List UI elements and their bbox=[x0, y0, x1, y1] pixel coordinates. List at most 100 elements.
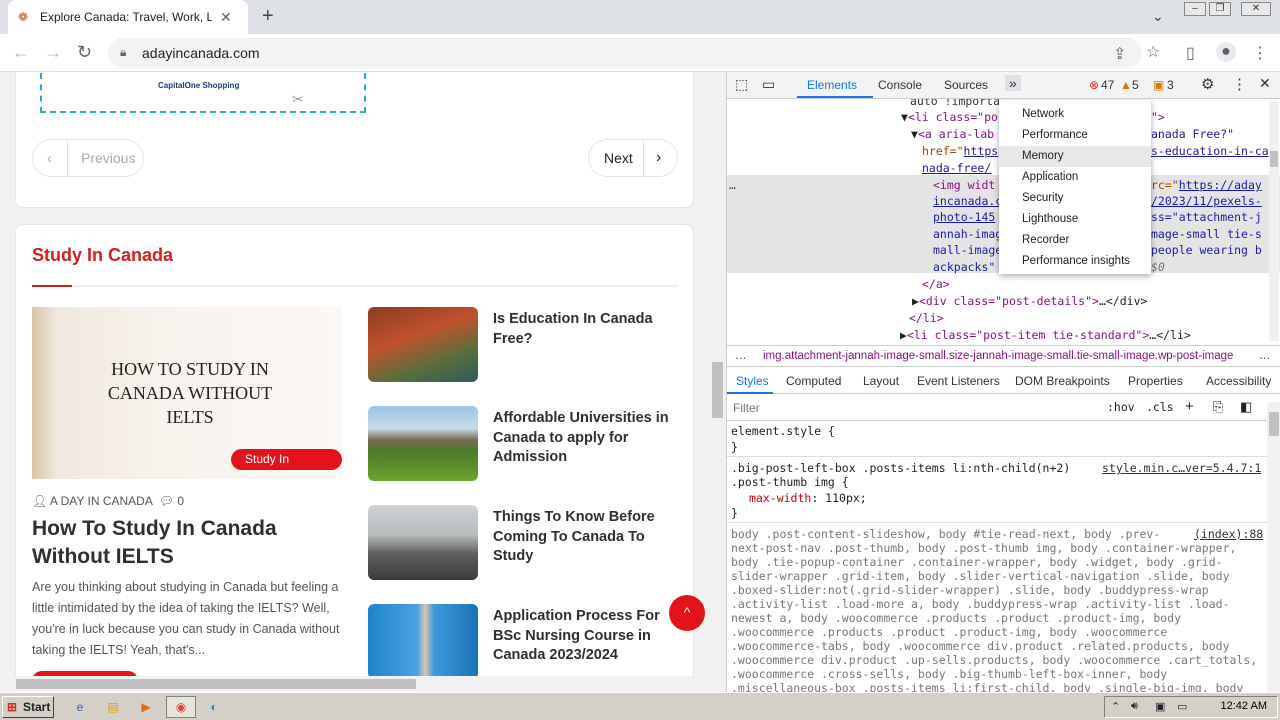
featured-post-image[interactable]: HOW TO STUDY IN CANADA WITHOUT IELTS Stu… bbox=[32, 307, 342, 487]
dom-line[interactable]: nada-free/ bbox=[922, 160, 991, 177]
address-bar[interactable]: 🔒︎ adayincanada.com ⇪ bbox=[108, 38, 1142, 68]
error-count[interactable]: 47 bbox=[1101, 78, 1114, 92]
error-icon[interactable]: ⊗ bbox=[1089, 78, 1099, 92]
lock-icon[interactable]: 🔒︎ bbox=[120, 45, 126, 60]
next-button[interactable]: Next › bbox=[588, 139, 678, 177]
tab-console[interactable]: Console bbox=[878, 78, 922, 92]
bookmark-star-icon[interactable]: ☆ bbox=[1146, 42, 1160, 62]
reload-icon[interactable]: ↻ bbox=[77, 42, 92, 62]
minimize-button[interactable]: – bbox=[1184, 2, 1206, 16]
new-rule-icon[interactable]: + bbox=[1185, 398, 1194, 415]
dom-line[interactable]: ▶<div class="post-details">…</div> bbox=[912, 293, 1147, 310]
computed-styles-icon[interactable]: ⎘ bbox=[1213, 399, 1223, 415]
tab-elements[interactable]: Elements bbox=[807, 78, 857, 92]
chrome-icon[interactable]: ◉ bbox=[166, 696, 196, 718]
menu-item-lighthouse[interactable]: Lighthouse bbox=[999, 209, 1151, 230]
style-rule-selector[interactable]: newest a, body .woocommerce .products .p… bbox=[731, 611, 1181, 625]
dom-line[interactable]: /2023/11/pexels- bbox=[1151, 193, 1262, 210]
devtools-menu-icon[interactable]: ⋮ bbox=[1232, 75, 1247, 93]
menu-kebab-icon[interactable]: ⋮ bbox=[1252, 43, 1268, 63]
dom-line[interactable]: </a> bbox=[922, 276, 950, 293]
dom-line[interactable]: </li> bbox=[909, 310, 944, 327]
post-title[interactable]: Application Process For BSc Nursing Cour… bbox=[493, 607, 678, 666]
post-title[interactable]: Is Education In Canada Free? bbox=[493, 310, 678, 349]
menu-item-application[interactable]: Application bbox=[999, 167, 1151, 188]
post-thumbnail[interactable] bbox=[368, 604, 478, 676]
dom-line[interactable]: ▼<a aria-lab bbox=[911, 126, 994, 143]
post-title[interactable]: Things To Know Before Coming To Canada T… bbox=[493, 508, 678, 567]
style-declaration[interactable]: max-width: 110px; bbox=[749, 491, 867, 505]
post-thumbnail[interactable] bbox=[368, 505, 478, 580]
post-thumbnail[interactable] bbox=[368, 406, 478, 481]
settings-gear-icon[interactable]: ⚙ bbox=[1201, 75, 1214, 93]
inspect-element-icon[interactable]: ⬚ bbox=[735, 76, 748, 93]
tab-sources[interactable]: Sources bbox=[944, 78, 988, 92]
breadcrumb-ellipsis-icon[interactable]: … bbox=[735, 346, 747, 366]
warning-icon[interactable]: ▲ bbox=[1120, 78, 1132, 92]
menu-item-network[interactable]: Network bbox=[999, 104, 1151, 125]
close-window-button[interactable]: ✕ bbox=[1241, 2, 1271, 16]
file-explorer-icon[interactable]: ▤ bbox=[103, 697, 123, 717]
previous-button[interactable]: ‹ Previous bbox=[32, 139, 144, 177]
dom-line[interactable]: anada Free?" bbox=[1151, 126, 1234, 143]
device-toolbar-icon[interactable]: ▭ bbox=[762, 76, 775, 93]
tab-dom-breakpoints[interactable]: DOM Breakpoints bbox=[1015, 374, 1110, 388]
ad-banner[interactable]: CapitalOne Shopping ✂ bbox=[40, 73, 366, 113]
breadcrumb-more-icon[interactable]: … bbox=[1259, 346, 1271, 366]
styles-scrollbar[interactable] bbox=[1267, 402, 1280, 692]
comments-count[interactable]: 0 bbox=[177, 494, 184, 508]
browser-tab[interactable]: ❁ Explore Canada: Travel, Work, Live, ✕ bbox=[8, 0, 248, 34]
breadcrumb-item[interactable]: img.attachment-jannah-image-small.size-j… bbox=[763, 346, 1253, 366]
cls-toggle[interactable]: .cls bbox=[1146, 400, 1174, 414]
media-player-icon[interactable]: ▶ bbox=[136, 697, 156, 717]
toggle-sidebar-icon[interactable]: ◧ bbox=[1240, 399, 1252, 415]
style-rule-selector[interactable]: .woocommerce .cross-sells, body .big-thu… bbox=[731, 667, 1167, 681]
scrollbar-thumb[interactable] bbox=[712, 362, 723, 418]
tab-event-listeners[interactable]: Event Listeners bbox=[917, 374, 1000, 388]
menu-item-security[interactable]: Security bbox=[999, 188, 1151, 209]
start-button[interactable]: ⊞ Start bbox=[2, 696, 54, 718]
new-tab-icon[interactable]: + bbox=[262, 6, 274, 26]
tab-close-icon[interactable]: ✕ bbox=[220, 9, 232, 26]
dom-line[interactable]: photo-145 bbox=[933, 209, 995, 226]
tab-search-chevron-icon[interactable]: ⌄ bbox=[1152, 8, 1164, 25]
display-icon[interactable]: ▭ bbox=[1177, 700, 1187, 713]
side-panel-icon[interactable]: ▯ bbox=[1186, 43, 1195, 63]
dom-line[interactable]: href="https bbox=[922, 143, 998, 160]
style-rule-selector[interactable]: .activity-list .load-more a, body .buddy… bbox=[731, 597, 1230, 611]
style-rule-selector[interactable]: .post-thumb img { bbox=[731, 475, 849, 489]
back-icon[interactable]: ← bbox=[12, 42, 30, 62]
page-horizontal-scrollbar[interactable] bbox=[0, 676, 709, 692]
scrollbar-thumb[interactable] bbox=[16, 679, 416, 689]
dom-line[interactable]: people wearing b bbox=[1151, 242, 1262, 259]
category-badge[interactable]: Study In Canada bbox=[231, 449, 342, 487]
forward-icon[interactable]: → bbox=[44, 42, 62, 62]
filter-input[interactable] bbox=[729, 398, 1097, 418]
style-rule-selector[interactable]: .woocommerce .products .product .product… bbox=[731, 625, 1167, 639]
clock[interactable]: 12:42 AM bbox=[1221, 700, 1267, 712]
style-rule-selector[interactable]: slider-wrapper .grid-item, body .slider-… bbox=[731, 569, 1230, 583]
dom-ellipsis-icon[interactable]: … bbox=[729, 177, 736, 194]
edge-icon[interactable]: ◐ bbox=[204, 697, 224, 717]
dom-line[interactable]: ▼<li class="po bbox=[901, 109, 998, 126]
style-rule-selector[interactable]: body .tie-popup-container .container-wra… bbox=[731, 555, 1223, 569]
style-rule-selector[interactable]: .boxed-slider:not(.grid-slider-wrapper) … bbox=[731, 583, 1209, 597]
network-icon[interactable]: ▣ bbox=[1155, 700, 1165, 713]
dom-line[interactable]: "> bbox=[1151, 109, 1165, 126]
tab-styles[interactable]: Styles bbox=[736, 374, 769, 388]
style-rule-selector[interactable]: next-post-nav .post-thumb, body .post-th… bbox=[731, 541, 1236, 555]
dom-line[interactable]: mall-image bbox=[933, 242, 1002, 259]
author-name[interactable]: A DAY IN CANADA bbox=[50, 494, 152, 508]
dom-scrollbar[interactable] bbox=[1269, 101, 1279, 341]
tab-layout[interactable]: Layout bbox=[863, 374, 899, 388]
dom-line[interactable]: ▶<li class="post-item tie-standard">…</l… bbox=[900, 327, 1191, 342]
dom-line[interactable]: ss="attachment-j bbox=[1151, 209, 1262, 226]
post-title[interactable]: Affordable Universities in Canada to app… bbox=[493, 409, 678, 468]
dom-line[interactable]: mage-small tie-s bbox=[1151, 226, 1262, 243]
post-thumbnail[interactable] bbox=[368, 307, 478, 382]
tray-expand-icon[interactable]: ⌃ bbox=[1111, 700, 1120, 713]
dom-line[interactable]: annah-imag bbox=[933, 226, 1002, 243]
profile-avatar-icon[interactable]: ● bbox=[1216, 42, 1236, 62]
style-source-link[interactable]: style.min.c…ver=5.4.7:1 bbox=[1102, 461, 1261, 475]
dom-line[interactable]: ackpacks" bbox=[933, 259, 995, 276]
